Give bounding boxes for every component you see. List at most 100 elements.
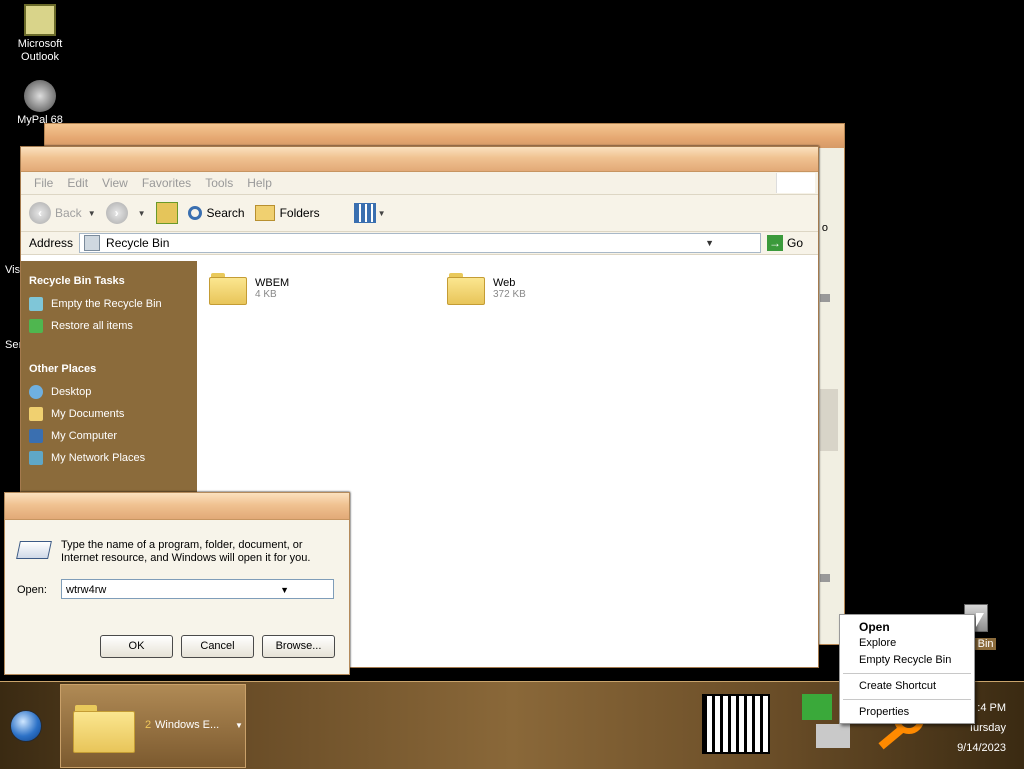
views-button[interactable]: ▼: [353, 203, 386, 223]
file-name: Web: [493, 277, 516, 289]
explorer-titlebar[interactable]: [21, 147, 818, 172]
cancel-button[interactable]: Cancel: [181, 635, 254, 658]
up-folder-icon: [155, 202, 178, 224]
task-pane: Recycle Bin Tasks Empty the Recycle Bin …: [21, 261, 197, 492]
menu-bar: File Edit View Favorites Tools Help: [21, 172, 818, 195]
taskbar-windows-explorer[interactable]: 2 Windows E... ▼: [60, 684, 246, 768]
place-my-computer[interactable]: My Computer: [21, 425, 197, 447]
task-count: 2: [145, 719, 152, 731]
toolbar: ‹ Back ▼ › ▼ Search Folders ▼: [21, 195, 818, 232]
chevron-down-icon[interactable]: ▼: [88, 209, 96, 218]
list-item[interactable]: WBEM 4 KB: [209, 271, 290, 305]
background-window-titlebar[interactable]: [45, 124, 844, 148]
task-label: Empty the Recycle Bin: [51, 298, 162, 310]
place-label: My Documents: [51, 408, 125, 420]
my-computer-icon: [29, 429, 43, 443]
menu-item-open[interactable]: Open: [859, 620, 890, 634]
search-button[interactable]: Search: [187, 206, 245, 220]
outlook-icon: [24, 4, 56, 36]
start-button[interactable]: [10, 710, 42, 742]
forward-arrow-icon: ›: [105, 202, 128, 224]
address-input[interactable]: Recycle Bin ▼: [79, 233, 762, 253]
menu-separator: [843, 673, 971, 674]
views-icon: [353, 203, 376, 223]
menu-separator: [843, 699, 971, 700]
ok-button[interactable]: OK: [100, 635, 173, 658]
run-dialog-titlebar[interactable]: [5, 493, 349, 520]
file-size: 372 KB: [493, 289, 526, 300]
address-label: Address: [29, 236, 74, 250]
chevron-down-icon[interactable]: ▼: [138, 209, 146, 218]
menu-file[interactable]: File: [34, 176, 53, 190]
scrollbar-thumb[interactable]: [820, 294, 830, 302]
menu-item-explore[interactable]: Explore: [859, 637, 896, 649]
task-empty-recycle-bin[interactable]: Empty the Recycle Bin: [21, 293, 197, 315]
recycle-bin-icon: [29, 297, 43, 311]
place-my-documents[interactable]: My Documents: [21, 403, 197, 425]
folders-button[interactable]: Folders: [254, 205, 320, 221]
other-places-heading: Other Places: [29, 363, 97, 375]
chevron-down-icon[interactable]: ▼: [235, 721, 243, 730]
search-icon: [187, 206, 202, 220]
menu-item-create-shortcut[interactable]: Create Shortcut: [859, 680, 936, 692]
desktop-icon-mypal[interactable]: MyPal 68: [0, 80, 80, 127]
menu-favorites[interactable]: Favorites: [142, 176, 191, 190]
task-label: Windows E...: [155, 719, 220, 731]
context-menu: Open Explore Empty Recycle Bin Create Sh…: [839, 614, 975, 724]
go-label: Go: [787, 236, 804, 250]
task-restore-all-items[interactable]: Restore all items: [21, 315, 197, 337]
scrollbar-thumb[interactable]: [820, 574, 830, 582]
place-label: My Computer: [51, 430, 118, 442]
folder-icon: [447, 271, 485, 305]
desktop-icon-label: Microsoft Outlook: [17, 38, 63, 63]
place-label: My Network Places: [51, 452, 146, 464]
menu-edit[interactable]: Edit: [67, 176, 88, 190]
menu-item-empty-recycle-bin[interactable]: Empty Recycle Bin: [859, 654, 951, 666]
back-button[interactable]: ‹ Back ▼: [29, 202, 96, 224]
chevron-down-icon[interactable]: ▼: [378, 209, 386, 218]
address-value: Recycle Bin: [106, 236, 170, 250]
recycle-bin-icon: [84, 235, 101, 251]
list-item[interactable]: Web 372 KB: [447, 271, 526, 305]
address-bar: Address Recycle Bin ▼ → Go: [21, 232, 818, 255]
run-icon: [16, 541, 52, 559]
back-arrow-icon: ‹: [29, 202, 51, 224]
go-button[interactable]: → Go: [767, 235, 803, 251]
run-description: Type the name of a program, folder, docu…: [61, 539, 311, 564]
run-open-value: wtrw4rw: [66, 584, 107, 596]
menu-tools[interactable]: Tools: [205, 176, 233, 190]
clock-date: 9/14/2023: [957, 742, 1006, 754]
place-desktop[interactable]: Desktop: [21, 381, 197, 403]
chevron-down-icon[interactable]: ▼: [280, 580, 289, 600]
place-my-network-places[interactable]: My Network Places: [21, 447, 197, 469]
keyboard-icon[interactable]: [702, 694, 770, 754]
run-open-input[interactable]: wtrw4rw ▼: [61, 579, 334, 599]
back-label: Back: [55, 206, 82, 220]
chevron-down-icon[interactable]: ▼: [705, 238, 714, 248]
search-label: Search: [206, 206, 245, 220]
task-label: Restore all items: [51, 320, 133, 332]
place-label: Desktop: [51, 386, 92, 398]
folder-icon: [209, 271, 247, 305]
my-documents-icon: [29, 407, 43, 421]
forward-button[interactable]: › ▼: [105, 202, 146, 224]
file-size: 4 KB: [255, 289, 277, 300]
restore-icon: [29, 319, 43, 333]
go-arrow-icon: →: [767, 235, 784, 251]
desktop-icon-outlook[interactable]: Microsoft Outlook: [0, 4, 80, 64]
open-label: Open:: [17, 584, 47, 596]
desktop-partial-label: Vis: [5, 264, 21, 276]
desktop-icon: [29, 385, 43, 399]
folders-icon: [254, 205, 275, 221]
file-name: WBEM: [255, 277, 290, 289]
network-places-icon: [29, 451, 43, 465]
run-dialog[interactable]: Type the name of a program, folder, docu…: [4, 492, 350, 675]
menu-view[interactable]: View: [102, 176, 128, 190]
browse-button[interactable]: Browse...: [262, 635, 335, 658]
scrollbar-track[interactable]: [820, 389, 838, 451]
recycle-bin-tasks-heading: Recycle Bin Tasks: [29, 275, 125, 287]
background-window-partial-text: o: [821, 222, 828, 234]
up-folder-button[interactable]: [155, 202, 178, 224]
menu-help[interactable]: Help: [247, 176, 272, 190]
menu-item-properties[interactable]: Properties: [859, 706, 909, 718]
